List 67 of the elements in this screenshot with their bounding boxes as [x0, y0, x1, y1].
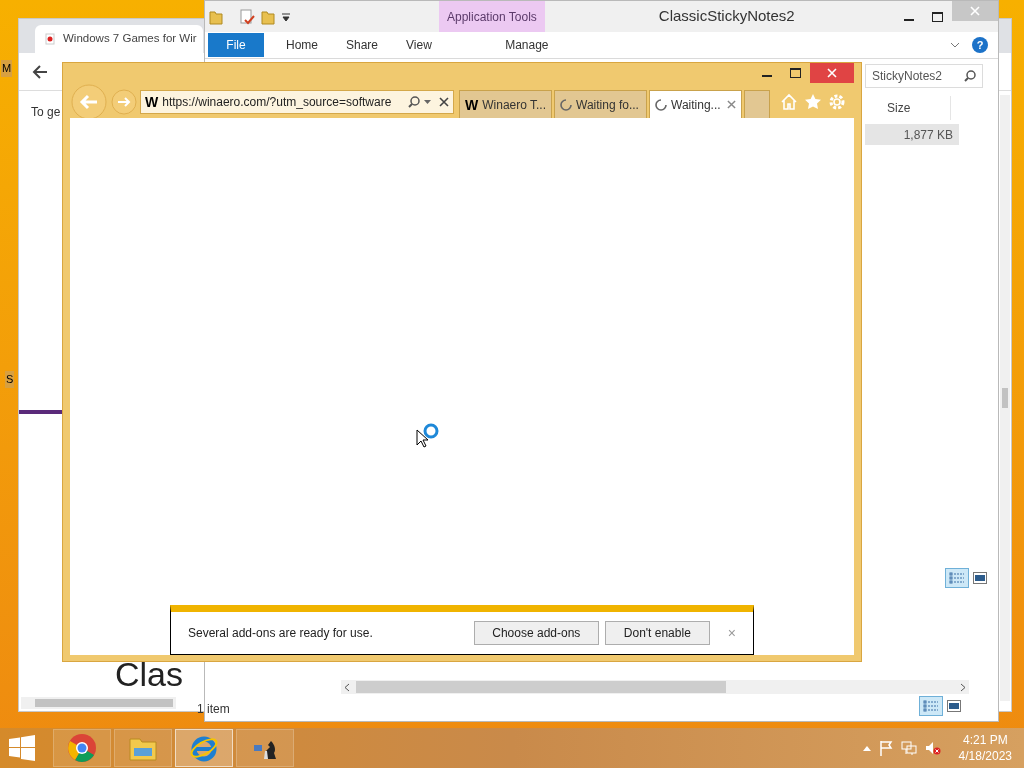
stop-icon[interactable]	[439, 96, 449, 107]
ribbon-tab[interactable]: Manage	[475, 31, 578, 59]
scroll-left-icon[interactable]	[344, 682, 350, 692]
back-arrow-icon[interactable]	[31, 62, 49, 81]
context-tab-group: Application Tools	[439, 1, 545, 32]
loading-icon	[655, 98, 667, 111]
scroll-right-icon[interactable]	[960, 682, 966, 692]
loading-spinner-icon	[422, 422, 440, 440]
desktop-icon-label[interactable]: M	[1, 60, 13, 77]
loading-icon	[560, 98, 572, 111]
scrollbar-thumb[interactable]	[35, 699, 173, 707]
close-icon	[827, 68, 837, 78]
table-cell[interactable]: 1,877 KB	[865, 124, 959, 145]
help-button[interactable]: ?	[972, 37, 988, 53]
dropdown-icon[interactable]	[424, 99, 431, 104]
browser-tab[interactable]: Windows 7 Games for Wir	[35, 25, 203, 53]
back-button-icon[interactable]	[71, 83, 107, 120]
desktop-icon-label[interactable]: S	[5, 371, 15, 388]
browser-tab[interactable]: Waiting fo...	[554, 90, 647, 118]
dropdown-icon[interactable]	[281, 11, 291, 22]
page-heading: Clas	[115, 657, 184, 691]
home-icon[interactable]	[780, 92, 798, 111]
large-icons-view-icon[interactable]	[947, 700, 961, 712]
show-hidden-icons-icon[interactable]	[862, 745, 871, 751]
browser-tab[interactable]: W Winaero T...	[459, 90, 552, 118]
dont-enable-button[interactable]: Don't enable	[604, 621, 710, 645]
horizontal-scrollbar[interactable]	[341, 680, 969, 694]
start-button[interactable]	[9, 735, 35, 761]
horizontal-scrollbar[interactable]	[21, 697, 176, 709]
site-logo: W	[145, 94, 159, 109]
new-folder-icon[interactable]	[261, 8, 275, 25]
search-icon[interactable]	[964, 70, 976, 82]
forward-button-icon[interactable]	[111, 88, 137, 115]
card-icon	[43, 32, 57, 46]
new-tab-button[interactable]	[744, 90, 770, 118]
chrome-icon	[67, 733, 97, 763]
ribbon-tab[interactable]: View	[392, 36, 446, 54]
column-header[interactable]: Size	[881, 96, 951, 120]
ribbon-tab[interactable]: Share	[332, 36, 393, 54]
choose-addons-button[interactable]: Choose add-ons	[473, 621, 599, 645]
flag-icon[interactable]	[878, 740, 893, 756]
site-logo: W	[465, 97, 479, 112]
notification-text: Several add-ons are ready for use.	[188, 625, 373, 642]
close-tab-icon[interactable]	[727, 100, 736, 109]
vertical-scrollbar[interactable]	[1000, 95, 1010, 701]
scrollbar-thumb[interactable]	[356, 681, 726, 693]
browser-tab[interactable]: Waiting...	[649, 90, 742, 118]
file-menu-button[interactable]: File	[208, 33, 264, 57]
search-field[interactable]: StickyNotes2	[865, 64, 983, 88]
scrollbar-thumb[interactable]	[1002, 388, 1008, 408]
ribbon-tab[interactable]: Home	[272, 36, 332, 54]
search-icon[interactable]	[408, 95, 420, 108]
muted-speaker-icon[interactable]	[924, 740, 941, 756]
chevron-icon[interactable]	[950, 42, 960, 48]
large-icons-view-icon[interactable]	[973, 572, 987, 584]
network-icon[interactable]	[900, 740, 917, 756]
mouse-cursor-icon	[416, 429, 428, 448]
status-text: 1 item	[197, 701, 230, 718]
close-icon	[970, 6, 980, 16]
star-icon[interactable]	[804, 92, 822, 111]
page-text: To ge	[31, 104, 61, 121]
properties-icon[interactable]	[239, 8, 255, 25]
window-title: ClassicStickyNotes2	[658, 6, 795, 27]
folder-icon[interactable]	[209, 8, 223, 25]
settings-icon[interactable]	[828, 92, 846, 111]
taskbar-button[interactable]	[236, 729, 294, 767]
address-bar[interactable]: W https://winaero.com/?utm_source=software	[140, 89, 454, 114]
